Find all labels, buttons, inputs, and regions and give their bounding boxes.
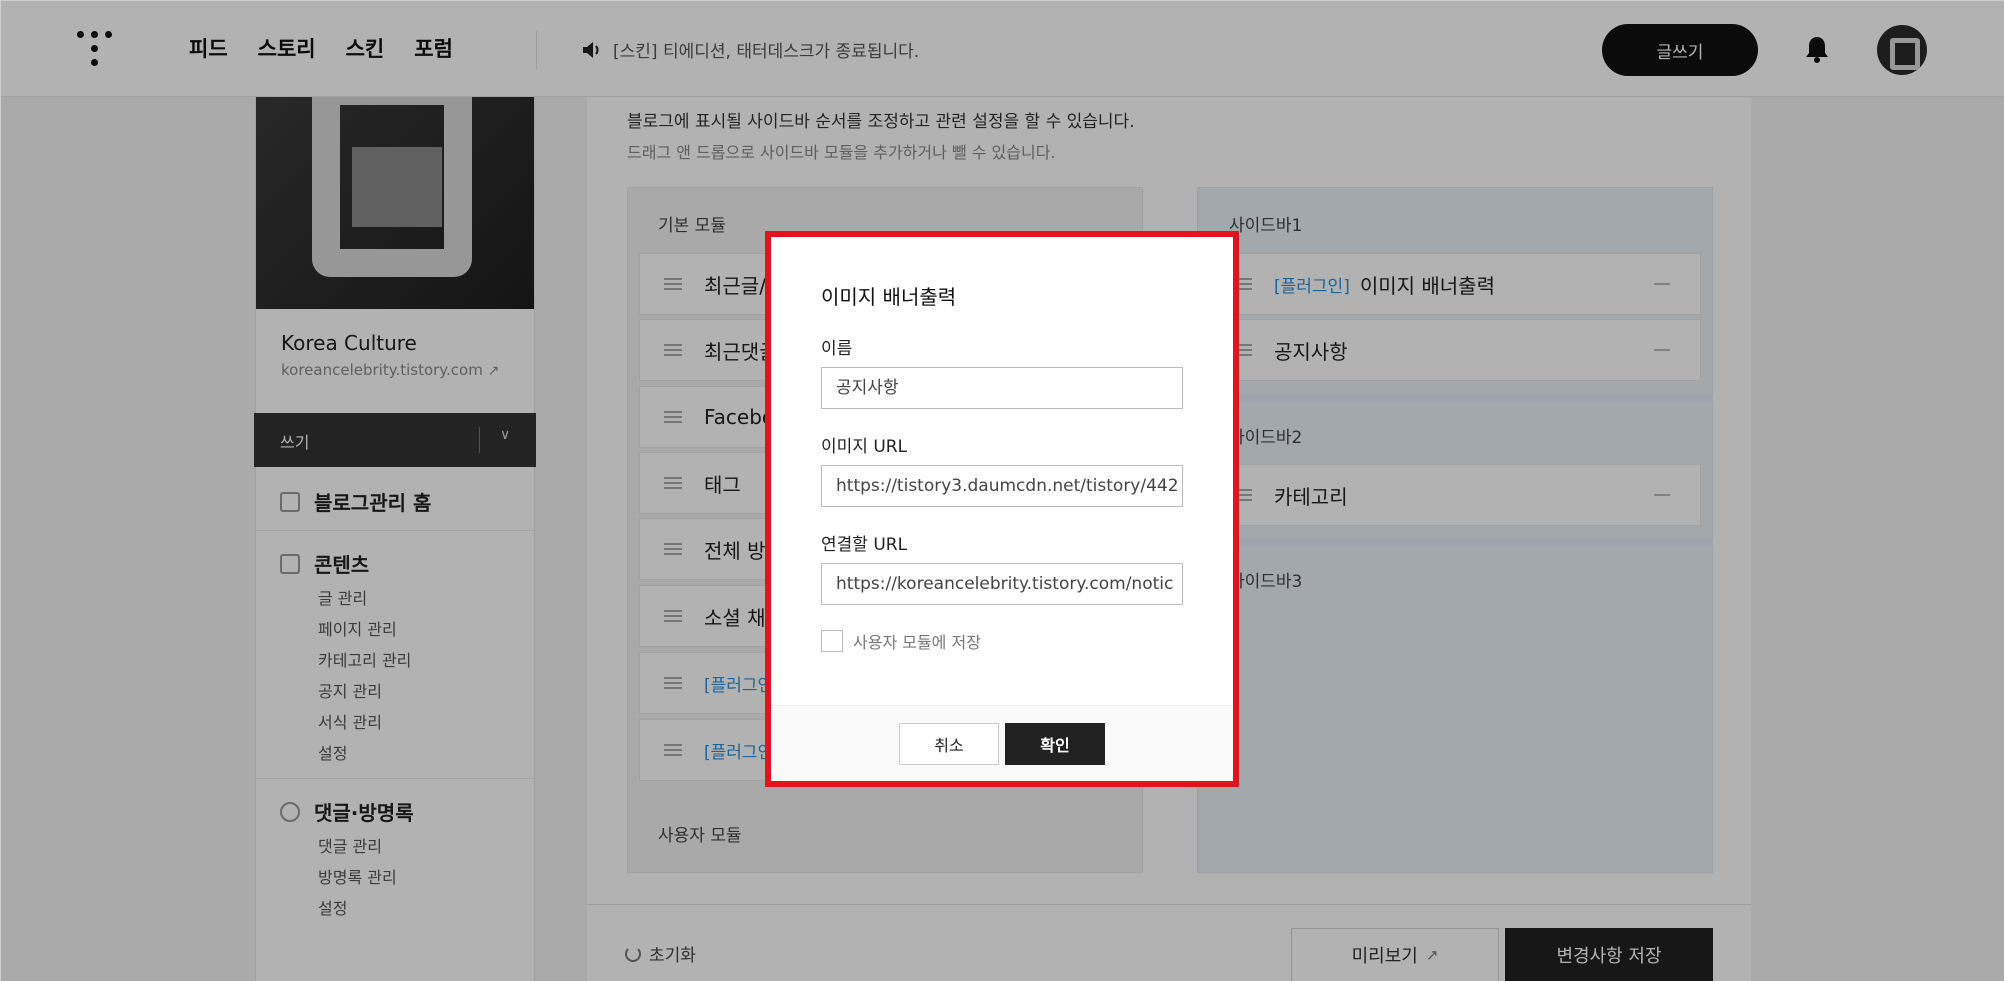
- checkbox[interactable]: [821, 630, 843, 652]
- cancel-button[interactable]: 취소: [899, 723, 999, 765]
- image-banner-modal: 이미지 배너출력 이름 공지사항 이미지 URL https://tistory…: [765, 231, 1239, 787]
- name-label: 이름: [821, 339, 853, 359]
- save-user-module-label: 사용자 모듈에 저장: [853, 633, 981, 652]
- image-url-input[interactable]: https://tistory3.daumcdn.net/tistory/442: [821, 465, 1183, 507]
- modal-footer: [771, 705, 1233, 781]
- save-user-module-checkbox[interactable]: 사용자 모듈에 저장: [821, 629, 981, 653]
- image-url-label: 이미지 URL: [821, 437, 908, 457]
- confirm-button[interactable]: 확인: [1005, 723, 1105, 765]
- link-url-label: 연결할 URL: [821, 535, 908, 555]
- name-input[interactable]: 공지사항: [821, 367, 1183, 409]
- modal-title: 이미지 배너출력: [821, 285, 957, 309]
- link-url-input[interactable]: https://koreancelebrity.tistory.com/noti…: [821, 563, 1183, 605]
